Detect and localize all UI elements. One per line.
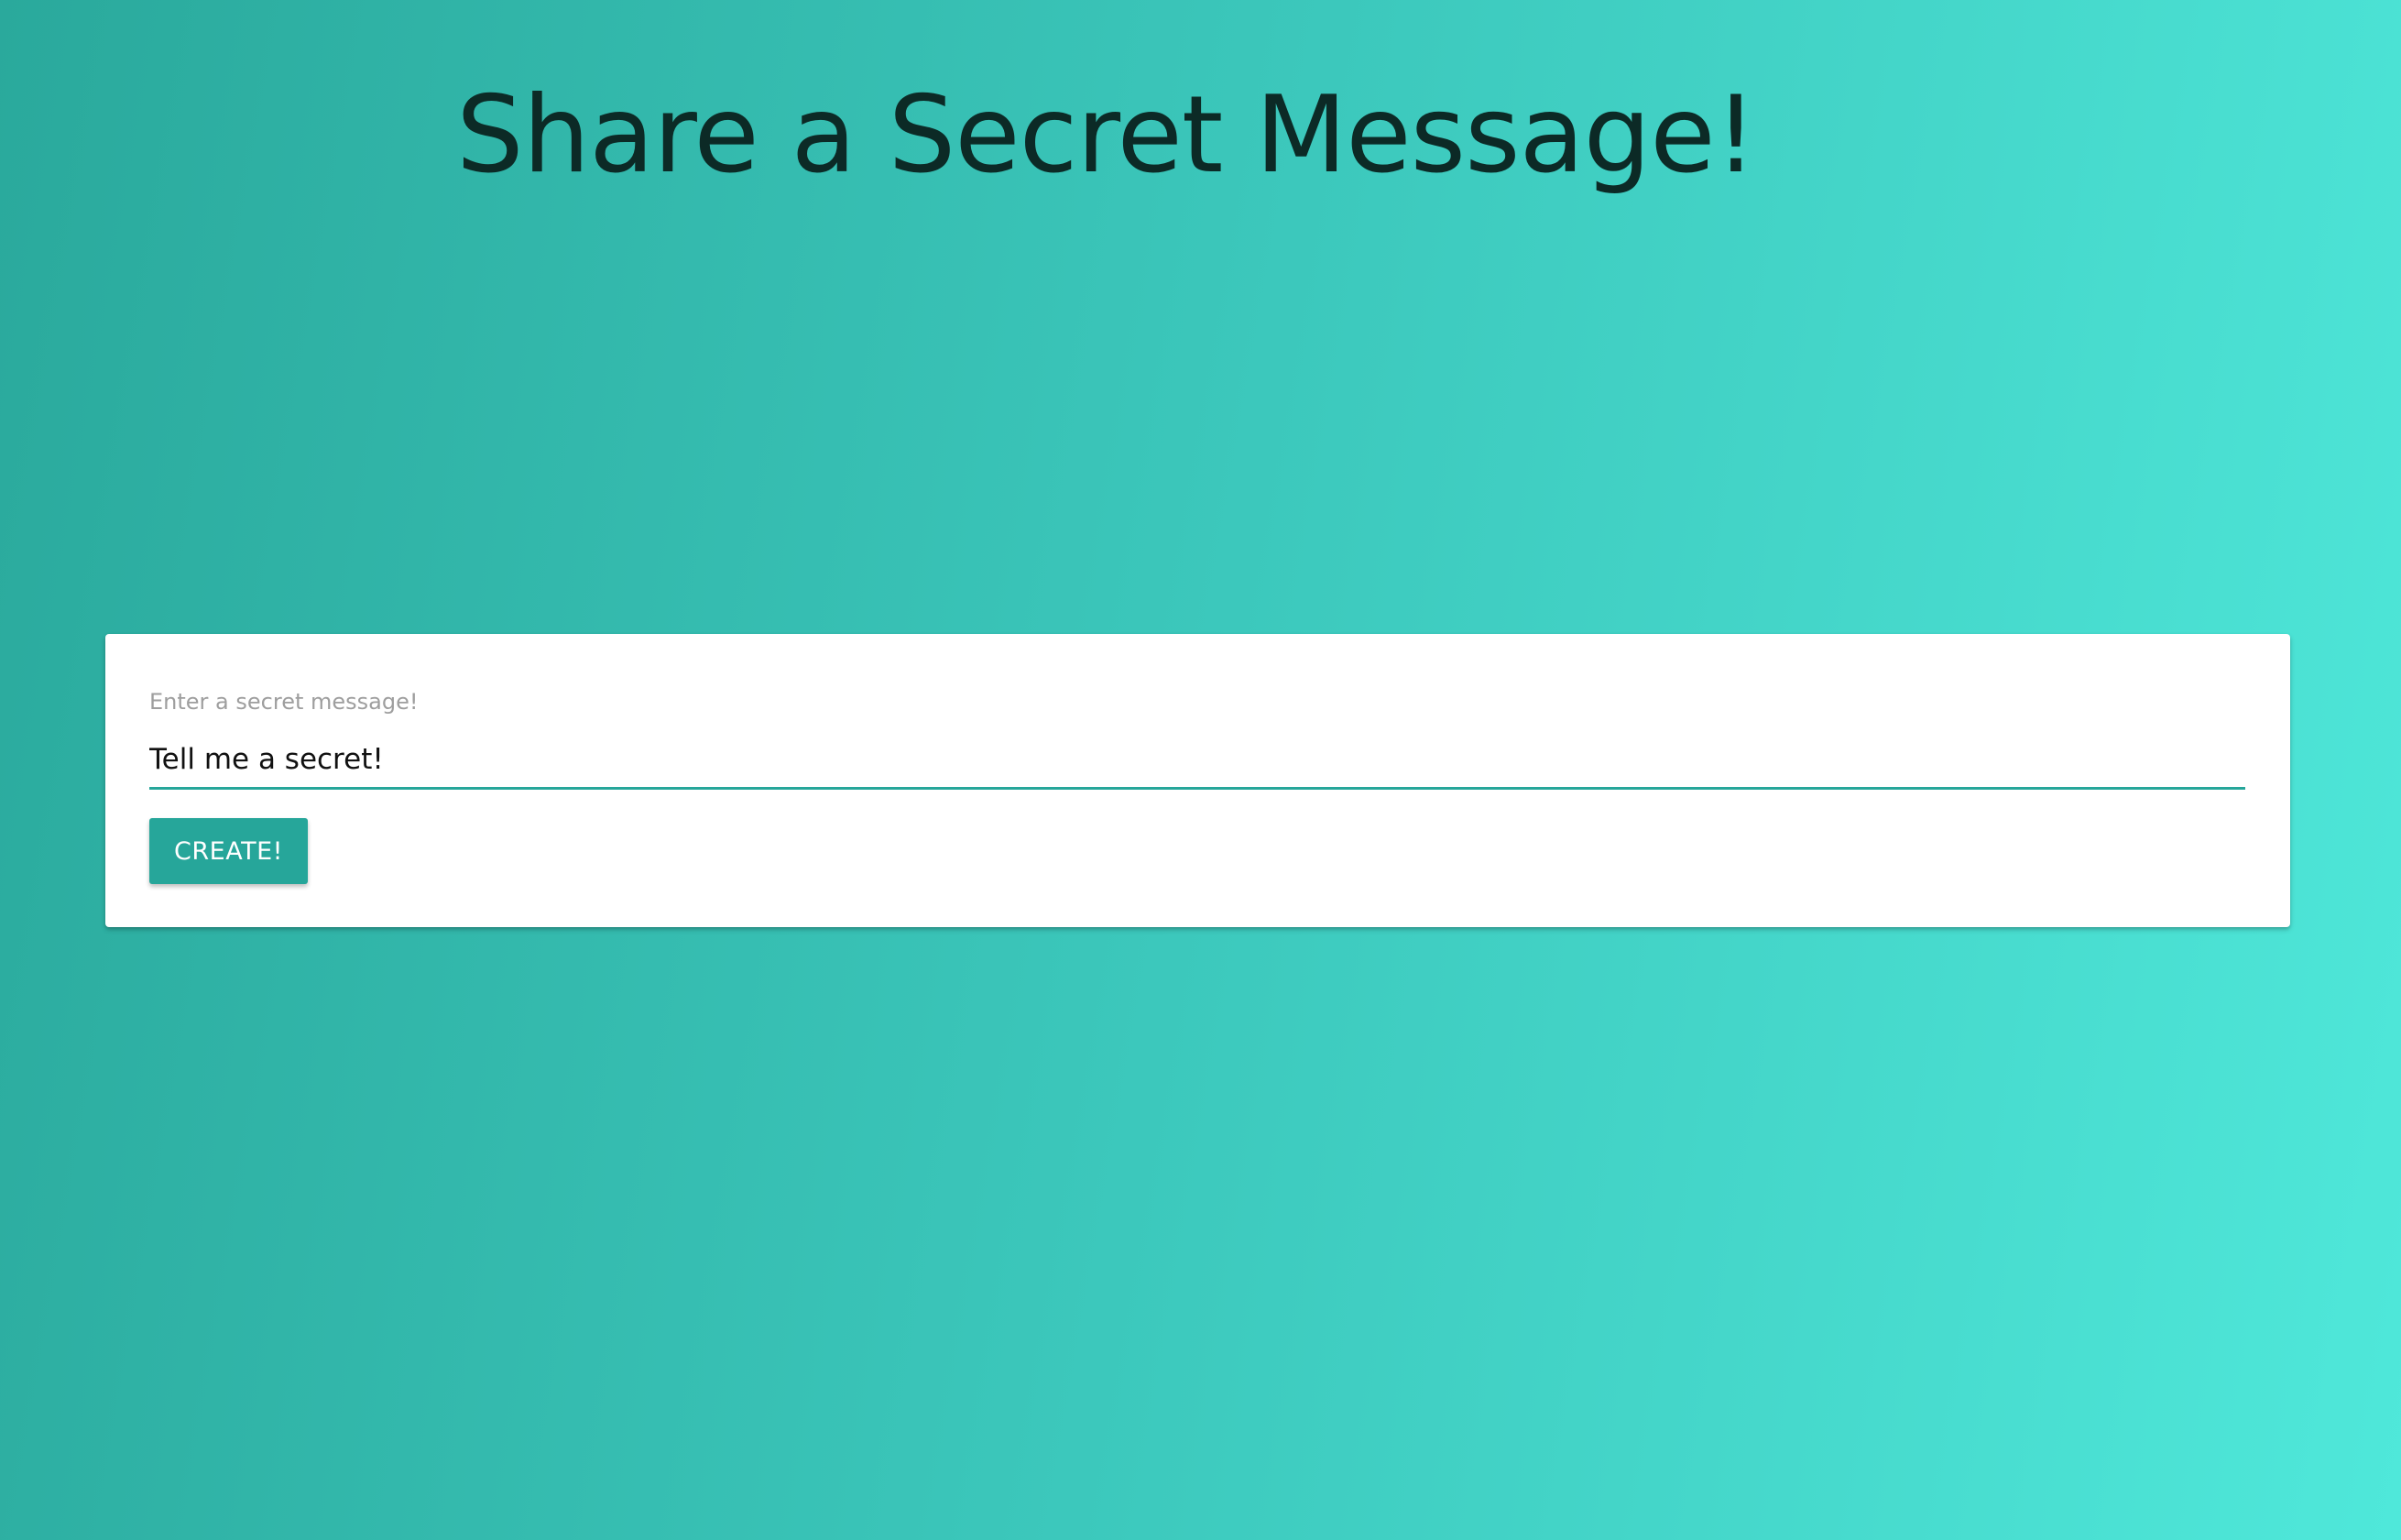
- secret-message-card: Enter a secret message! CREATE!: [105, 634, 2290, 927]
- create-button[interactable]: CREATE!: [149, 818, 308, 884]
- secret-message-label: Enter a secret message!: [149, 689, 419, 715]
- secret-message-input[interactable]: [149, 731, 2245, 790]
- page-title: Share a Secret Message!: [456, 73, 1757, 197]
